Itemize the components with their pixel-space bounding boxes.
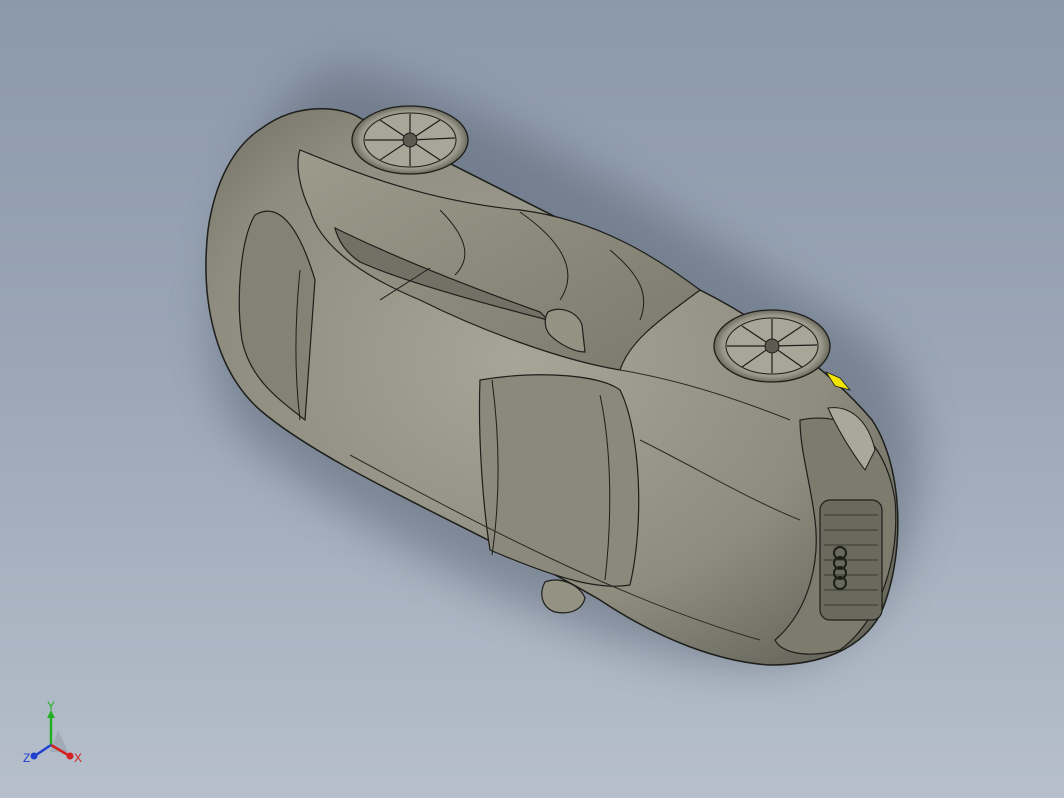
car-model[interactable] xyxy=(0,0,1064,798)
orientation-triad[interactable]: Y X Z xyxy=(14,700,94,780)
wheel-rear[interactable] xyxy=(351,105,469,175)
z-axis-label: Z xyxy=(23,751,30,765)
z-axis-arrow xyxy=(30,752,38,760)
x-axis-arrow xyxy=(66,752,74,760)
graphics-viewport[interactable]: Y X Z xyxy=(0,0,1064,798)
hood-panel[interactable] xyxy=(478,374,640,587)
y-axis-label: Y xyxy=(47,700,55,713)
x-axis-label: X xyxy=(74,751,82,765)
wheel-front[interactable] xyxy=(713,309,831,383)
z-axis-line xyxy=(35,743,52,757)
